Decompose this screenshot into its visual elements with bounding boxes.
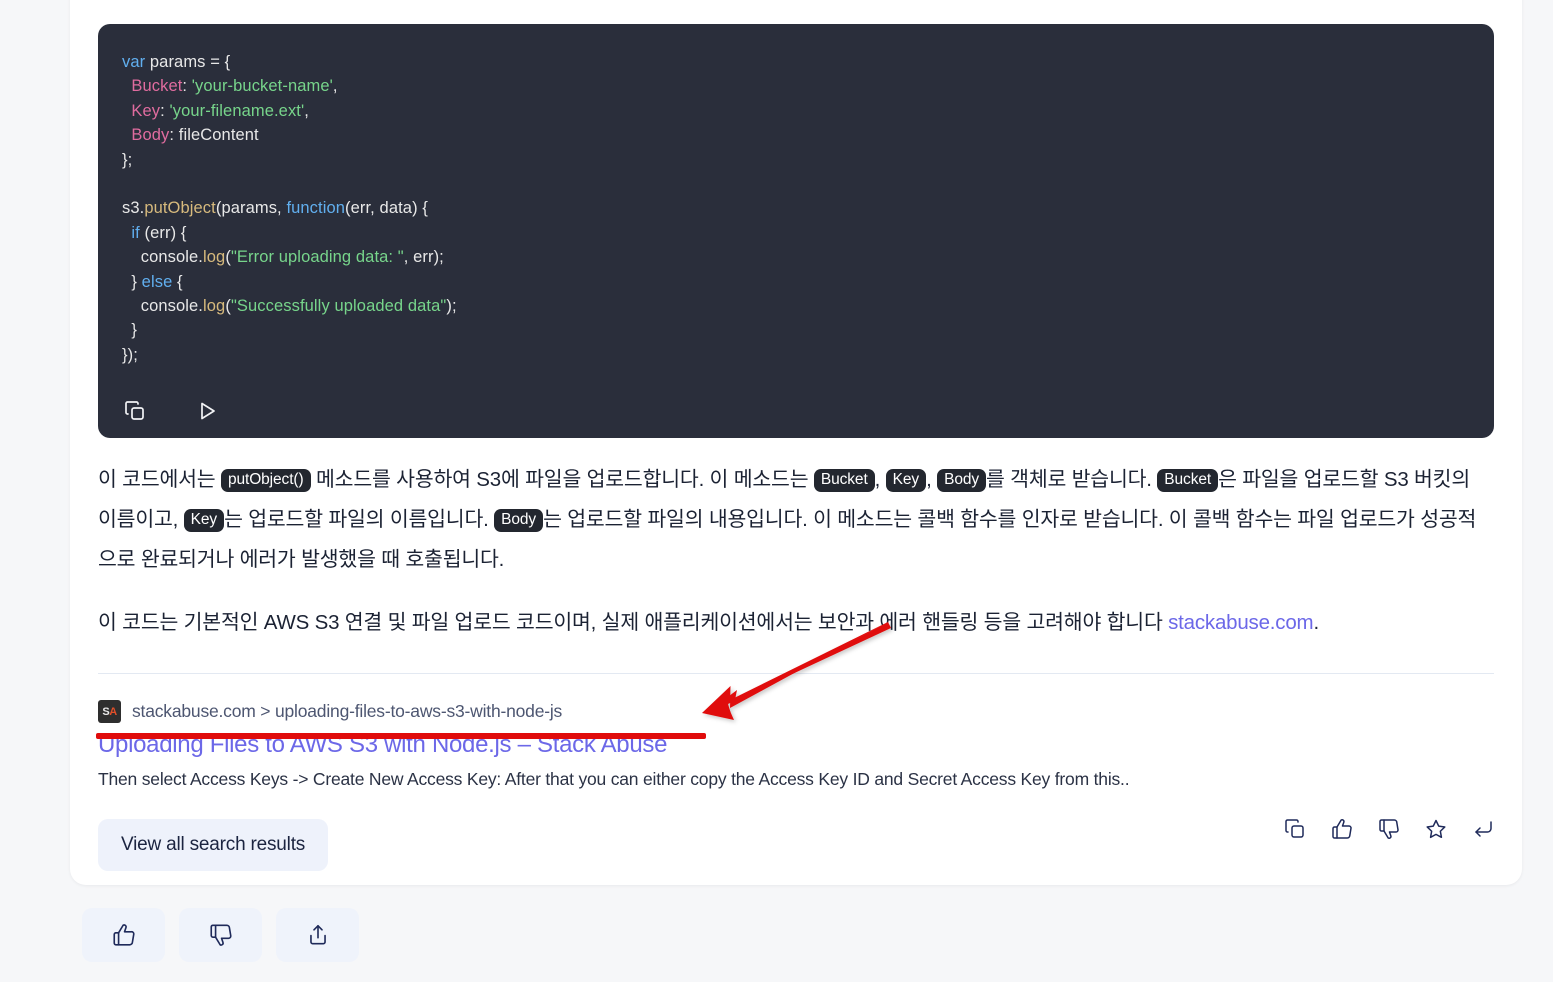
inline-code-chip: Bucket xyxy=(1157,469,1219,492)
code-token: { xyxy=(172,272,183,291)
code-token: : xyxy=(182,77,192,96)
view-all-search-results-button[interactable]: View all search results xyxy=(98,819,329,871)
inline-source-link[interactable]: stackabuse.com xyxy=(1168,611,1314,634)
code-token: function xyxy=(286,199,346,218)
thumbs-down-button[interactable] xyxy=(179,908,262,962)
inline-code-chip: Bucket xyxy=(813,469,875,492)
message-feedback-bar xyxy=(82,908,359,962)
code-token: (params, xyxy=(215,199,287,218)
code-token: s3. xyxy=(122,199,145,218)
code-token: console. xyxy=(122,297,203,316)
code-token: } xyxy=(122,272,142,291)
code-token: } xyxy=(122,321,137,340)
code-token: var xyxy=(122,53,150,71)
code-token: Body xyxy=(122,126,170,145)
citation-card: SA stackabuse.com > uploading-files-to-a… xyxy=(98,700,1494,791)
code-token: "Successfully uploaded data" xyxy=(230,297,447,316)
code-token: else xyxy=(141,272,173,291)
code-block: var params = { Bucket: 'your-bucket-name… xyxy=(98,24,1494,438)
code-token: "Error uploading data: " xyxy=(230,248,404,267)
inline-code-chip: Body xyxy=(494,509,544,532)
page-root: var params = { Bucket: 'your-bucket-name… xyxy=(0,0,1553,982)
inline-code-chip: putObject() xyxy=(220,469,311,492)
explanation-paragraph-1: 이 코드에서는 putObject() 메소드를 사용하여 S3에 파일을 업로… xyxy=(98,468,1477,571)
code-token: }); xyxy=(122,345,138,364)
code-token: }; xyxy=(122,150,133,169)
share-icon xyxy=(309,924,326,945)
code-token: if xyxy=(122,223,140,242)
code-token: : fileContent xyxy=(169,126,259,145)
inline-code-chip: Body xyxy=(937,469,987,492)
code-token: , xyxy=(304,101,309,120)
code-token: log xyxy=(203,248,226,267)
code-action-bar xyxy=(122,398,220,424)
code-token: (err) { xyxy=(139,223,187,242)
code-token: params = { xyxy=(149,53,231,71)
thumbs-down-icon[interactable] xyxy=(1376,816,1402,842)
favicon-letter-a: A xyxy=(109,705,117,718)
share-button[interactable] xyxy=(276,908,359,962)
response-actions-row xyxy=(1282,816,1496,842)
code-token: putObject xyxy=(144,199,216,218)
answer-card: var params = { Bucket: 'your-bucket-name… xyxy=(70,0,1522,885)
inline-code-chip: Key xyxy=(183,509,225,532)
favicon-letter-s: S xyxy=(102,705,110,718)
run-code-icon[interactable] xyxy=(194,398,220,424)
thumbs-up-icon xyxy=(112,924,135,946)
code-token: ); xyxy=(446,297,457,316)
thumbs-down-icon xyxy=(209,924,232,946)
code-token: Key xyxy=(122,101,161,120)
citation-header: SA stackabuse.com > uploading-files-to-a… xyxy=(98,700,1494,723)
code-token: , err); xyxy=(403,248,444,267)
code-token: log xyxy=(203,297,226,316)
code-token: (err, data) { xyxy=(345,199,428,218)
inline-code-chip: Key xyxy=(885,469,927,492)
copy-icon[interactable] xyxy=(1282,816,1308,842)
citation-snippet: Then select Access Keys -> Create New Ac… xyxy=(98,769,1130,789)
reply-icon[interactable] xyxy=(1470,816,1496,842)
thumbs-up-button[interactable] xyxy=(82,908,165,962)
thumbs-up-icon[interactable] xyxy=(1329,816,1355,842)
explanation-paragraph-2: 이 코드는 기본적인 AWS S3 연결 및 파일 업로드 코드이며, 실제 애… xyxy=(98,611,1319,634)
annotation-underline xyxy=(96,733,706,739)
code-token: , xyxy=(332,77,338,96)
copy-code-icon[interactable] xyxy=(122,398,148,424)
citation-divider xyxy=(98,673,1494,674)
citation-breadcrumb: stackabuse.com > uploading-files-to-aws-… xyxy=(132,701,563,721)
code-token: console. xyxy=(122,248,203,267)
star-icon[interactable] xyxy=(1423,816,1449,842)
code-token: 'your-bucket-name' xyxy=(191,77,333,96)
code-token: 'your-filename.ext' xyxy=(169,101,305,120)
code-token: Bucket xyxy=(122,77,183,96)
stackabuse-favicon-icon: SA xyxy=(98,700,121,723)
code-content[interactable]: var params = { Bucket: 'your-bucket-name… xyxy=(122,50,1470,367)
